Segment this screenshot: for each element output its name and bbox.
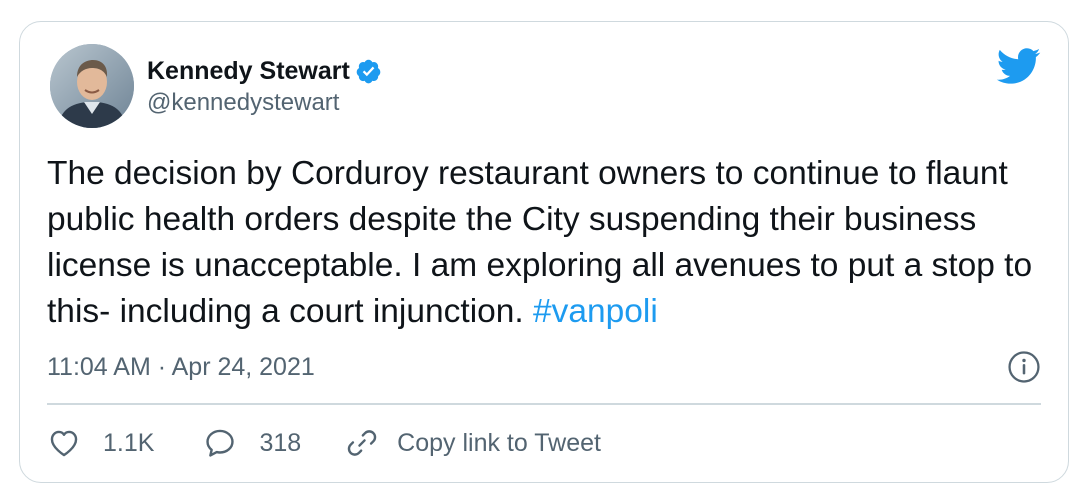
hashtag-link[interactable]: #vanpoli: [533, 293, 658, 330]
comment-bubble-icon: [206, 429, 235, 457]
avatar[interactable]: [50, 44, 134, 128]
tweet-text: The decision by Corduroy restaurant owne…: [47, 151, 1037, 335]
reply-button[interactable]: 318: [203, 426, 301, 460]
copy-link-button[interactable]: Copy link to Tweet: [345, 426, 601, 460]
verified-badge-icon: [356, 59, 381, 83]
profile-photo-icon: [50, 44, 134, 128]
like-count: 1.1K: [103, 429, 155, 457]
tweet-timestamp[interactable]: 11:04 AM · Apr 24, 2021: [47, 351, 315, 383]
copy-link-label: Copy link to Tweet: [397, 429, 601, 457]
like-button[interactable]: 1.1K: [47, 426, 154, 460]
info-icon[interactable]: [1007, 350, 1041, 384]
divider: [47, 403, 1041, 405]
tweet-actions: 1.1K 318 Copy link to Tweet: [47, 426, 601, 460]
author-handle[interactable]: @kennedystewart: [147, 88, 339, 118]
twitter-bird-icon[interactable]: [995, 46, 1041, 86]
heart-icon: [50, 430, 78, 457]
reply-count: 318: [259, 429, 302, 457]
author-name[interactable]: Kennedy Stewart: [147, 56, 350, 86]
link-icon: [347, 430, 377, 456]
tweet-card[interactable]: Kennedy Stewart @kennedystewart The deci…: [19, 21, 1069, 483]
